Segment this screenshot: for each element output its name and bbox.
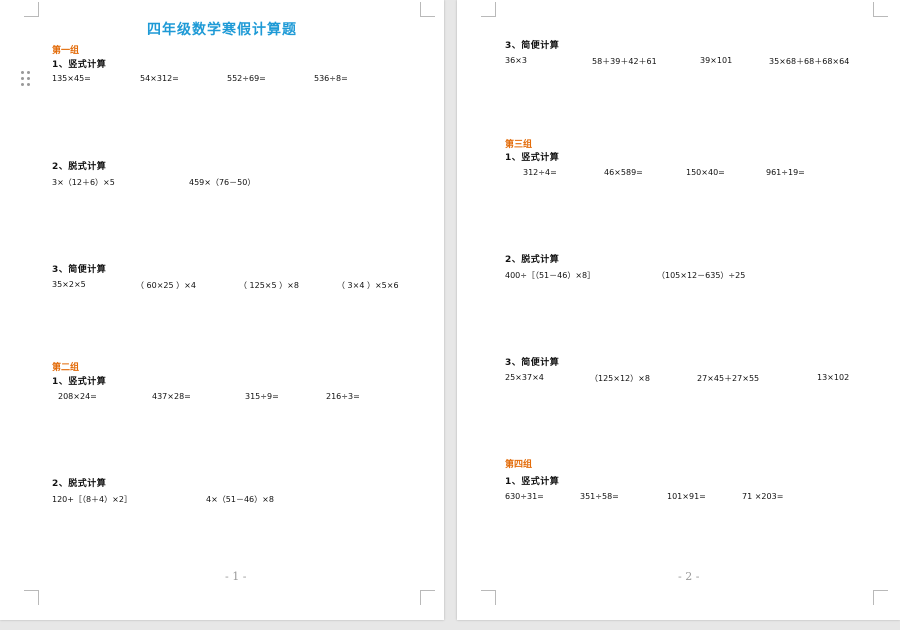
problem: 459×（76－50） (189, 178, 256, 187)
group-heading: 第二组 (52, 363, 80, 373)
problem: 216÷3= (326, 392, 360, 401)
section-heading: 3、简便计算 (505, 41, 560, 51)
section-heading: 2、脱式计算 (52, 479, 107, 489)
page-number: - 2 - (678, 570, 700, 583)
problem: 630÷31= (505, 492, 544, 501)
problem: 13×102 (817, 373, 850, 382)
section-heading: 3、简便计算 (505, 358, 560, 368)
group-heading: 第四组 (505, 460, 533, 470)
problem: 58＋39＋42＋61 (592, 57, 657, 66)
section-heading: 2、脱式计算 (52, 162, 107, 172)
problem: 120+［（8＋4）×2］ (52, 495, 132, 504)
margin-corner-mark (420, 2, 435, 17)
margin-corner-mark (24, 590, 39, 605)
problem: 208×24= (58, 392, 97, 401)
problem: 135×45= (52, 74, 91, 83)
problem: 4×（51－46）×8 (206, 495, 274, 504)
problem: 351÷58= (580, 492, 619, 501)
problem: 101×91= (667, 492, 706, 501)
problem: 25×37×4 (505, 373, 544, 382)
problem: （ 3×4 ）×5×6 (337, 281, 399, 290)
problem: 315÷9= (245, 392, 279, 401)
section-heading: 1、竖式计算 (52, 60, 107, 70)
problem: 150×40= (686, 168, 725, 177)
section-heading: 1、竖式计算 (52, 377, 107, 387)
problem: 36×3 (505, 56, 527, 65)
problem: 35×68＋68＋68×64 (769, 57, 850, 66)
problem: （ 125×5 ）×8 (239, 281, 299, 290)
section-heading: 2、脱式计算 (505, 255, 560, 265)
document-title: 四年级数学寒假计算题 (147, 22, 297, 38)
problem: 71 ×203= (742, 492, 784, 501)
margin-corner-mark (873, 590, 888, 605)
page-number: - 1 - (225, 570, 247, 583)
margin-corner-mark (24, 2, 39, 17)
problem: 3×（12＋6）×5 (52, 178, 115, 187)
section-heading: 1、竖式计算 (505, 477, 560, 487)
margin-corner-mark (481, 2, 496, 17)
group-heading: 第一组 (52, 46, 80, 56)
problem: 54×312= (140, 74, 179, 83)
problem: 961÷19= (766, 168, 805, 177)
problem: 536÷8= (314, 74, 348, 83)
margin-corner-mark (420, 590, 435, 605)
problem: 35×2×5 (52, 280, 86, 289)
problem: 27×45＋27×55 (697, 374, 760, 383)
problem: （105×12－635）÷25 (657, 271, 746, 280)
problem: （125×12）×8 (590, 374, 650, 383)
margin-corner-mark (873, 2, 888, 17)
problem: 437×28= (152, 392, 191, 401)
problem: 400÷［（51－46）×8］ (505, 271, 596, 280)
drag-handle-icon[interactable] (21, 71, 31, 87)
document-page-2: 3、简便计算 36×3 58＋39＋42＋61 39×101 35×68＋68＋… (457, 0, 900, 620)
problem: 312÷4= (523, 168, 557, 177)
group-heading: 第三组 (505, 140, 533, 150)
problem: （ 60×25 ）×4 (136, 281, 196, 290)
problem: 552÷69= (227, 74, 266, 83)
section-heading: 3、简便计算 (52, 265, 107, 275)
problem: 46×589= (604, 168, 643, 177)
section-heading: 1、竖式计算 (505, 153, 560, 163)
margin-corner-mark (481, 590, 496, 605)
document-page-1: 四年级数学寒假计算题 第一组 1、竖式计算 135×45= 54×312= 55… (0, 0, 444, 620)
problem: 39×101 (700, 56, 733, 65)
